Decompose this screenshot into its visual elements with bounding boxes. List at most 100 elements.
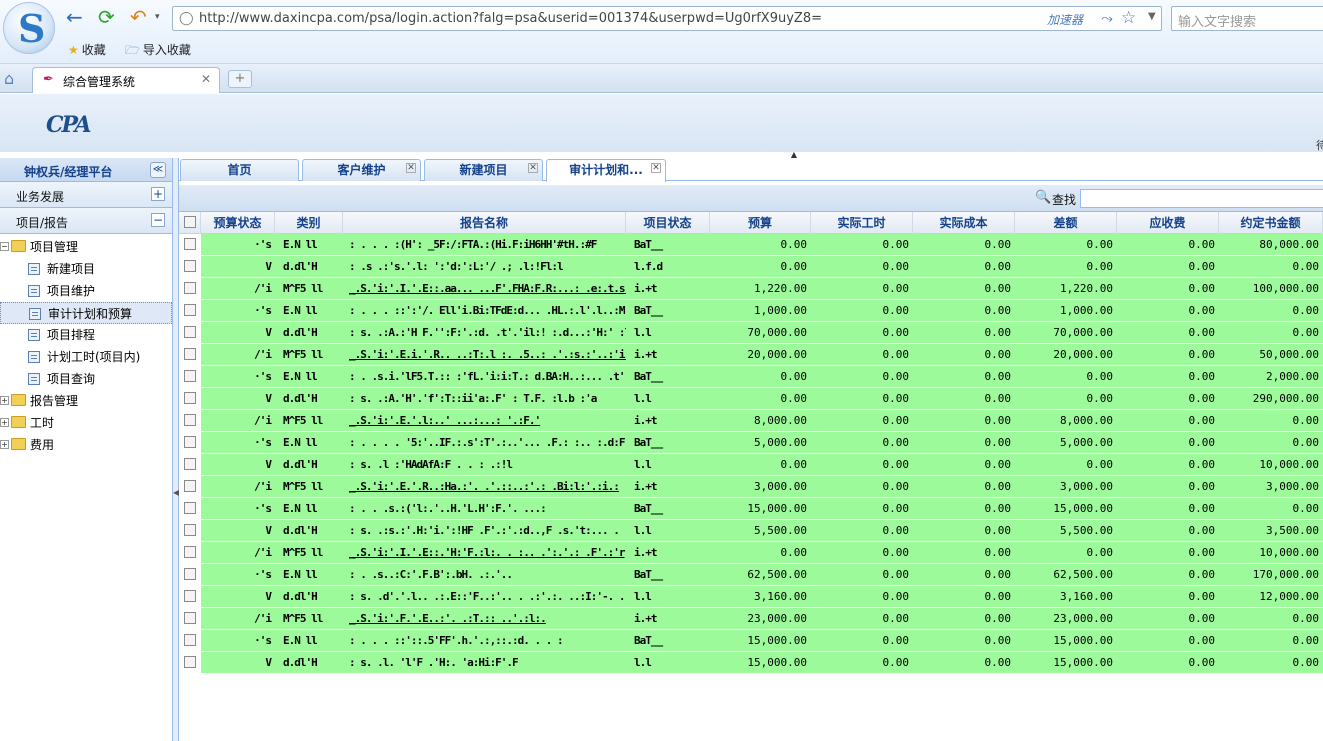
- checkbox[interactable]: [184, 568, 196, 580]
- table-row[interactable]: ·'s E.N ll: . . .s.:('l:.'..H.'L.H':F.'. …: [179, 498, 1323, 520]
- favorites-button[interactable]: ★ 收藏: [68, 41, 106, 58]
- home-icon[interactable]: ⌂: [4, 69, 14, 88]
- table-row[interactable]: ·'s E.N ll: . . . ::'::.5'FF'.h.'.:,::.:d…: [179, 630, 1323, 652]
- url-text[interactable]: http://www.daxincpa.com/psa/login.action…: [199, 11, 822, 26]
- cell-name[interactable]: : . . . :(H': _5F:/:FTA.:(Hi.F:iH6HH'#tH…: [343, 234, 626, 255]
- cell-name[interactable]: : s. .l. 'l'F .'H:. 'a:Hi:F'.F: [343, 652, 626, 673]
- column-header[interactable]: 预算: [710, 212, 811, 234]
- row-select-cell[interactable]: [179, 322, 201, 343]
- table-row[interactable]: ·'s E.N ll: . . . . '5:'..IF.:.s':T'.:..'…: [179, 432, 1323, 454]
- column-header[interactable]: 应收费: [1117, 212, 1219, 234]
- checkbox[interactable]: [184, 612, 196, 624]
- address-bar[interactable]: ◯ http://www.daxincpa.com/psa/login.acti…: [172, 6, 1162, 31]
- star-icon[interactable]: ☆: [1121, 8, 1136, 28]
- table-row[interactable]: /'i M^F5 ll _.S.'i:'.F.'.E..:'. .:T.:: ..'…: [179, 608, 1323, 630]
- chevron-down-icon[interactable]: ▾: [155, 12, 160, 22]
- cell-name[interactable]: : s. .d'.'.l.. .:.E::'F..:'.. . .:'.:. .…: [343, 586, 626, 607]
- row-select-cell[interactable]: [179, 278, 201, 299]
- grid-search-input[interactable]: [1080, 189, 1323, 208]
- cell-name[interactable]: _.S.'i:'.I.'.E::.aa... ...F'.FHA:F.R:...…: [343, 278, 626, 299]
- close-icon[interactable]: ✕: [528, 163, 538, 173]
- checkbox[interactable]: [184, 216, 196, 228]
- browser-logo[interactable]: S: [3, 2, 55, 54]
- row-select-cell[interactable]: [179, 454, 201, 475]
- row-select-cell[interactable]: [179, 652, 201, 673]
- expand-button[interactable]: +: [151, 187, 165, 201]
- table-row[interactable]: /'i M^F5 ll _.S.'i:'.I.'.E::.aa... ...F'.F…: [179, 278, 1323, 300]
- table-row[interactable]: Vd.dl'H: s. .:A.'H'.'f':T::ii'a:.F' : T.…: [179, 388, 1323, 410]
- close-icon[interactable]: ✕: [201, 72, 211, 86]
- sidebar-collapse-button[interactable]: ≪: [150, 162, 166, 178]
- search-input[interactable]: 输入文字搜索: [1171, 6, 1323, 31]
- tree-item-project-maintenance[interactable]: 项目维护: [0, 280, 172, 302]
- cell-name[interactable]: : .s .:'s.'.l: ':'d:':L:'/ .; .l:!Fl:l: [343, 256, 626, 277]
- row-select-cell[interactable]: [179, 476, 201, 497]
- checkbox[interactable]: [184, 590, 196, 602]
- row-select-cell[interactable]: [179, 366, 201, 387]
- checkbox[interactable]: [184, 260, 196, 272]
- row-select-cell[interactable]: [179, 344, 201, 365]
- tree-item-project-schedule[interactable]: 项目排程: [0, 324, 172, 346]
- column-header[interactable]: 约定书金额: [1219, 212, 1323, 234]
- column-header[interactable]: 实际成本: [913, 212, 1015, 234]
- row-select-cell[interactable]: [179, 300, 201, 321]
- column-header[interactable]: 报告名称: [343, 212, 626, 234]
- chevron-down-icon[interactable]: ▼: [1148, 11, 1156, 22]
- row-select-cell[interactable]: [179, 498, 201, 519]
- column-header[interactable]: 差额: [1015, 212, 1117, 234]
- checkbox[interactable]: [184, 414, 196, 426]
- column-header[interactable]: 项目状态: [626, 212, 710, 234]
- row-select-cell[interactable]: [179, 410, 201, 431]
- table-row[interactable]: Vd.dl'H: s. .:A.:'H F.'':F:'.:d. .t'.'il…: [179, 322, 1323, 344]
- checkbox[interactable]: [184, 392, 196, 404]
- row-select-cell[interactable]: [179, 432, 201, 453]
- tab-home[interactable]: 首页: [180, 159, 299, 181]
- cell-name[interactable]: : s. .:A.'H'.'f':T::ii'a:.F' : T.F. :l.b…: [343, 388, 626, 409]
- tree-item-audit-plan-budget[interactable]: 审计计划和预算: [0, 302, 172, 324]
- tree-item-planned-hours[interactable]: 计划工时(项目内): [0, 346, 172, 368]
- table-row[interactable]: /'i M^F5 ll _.S.'i:'.E.i.'.R.. ..:T:.l :. …: [179, 344, 1323, 366]
- row-select-cell[interactable]: [179, 608, 201, 629]
- close-icon[interactable]: ✕: [406, 163, 416, 173]
- cell-name[interactable]: : s. .:s.:'.H:'i.':!HF .F'.:'.:d..,F .s.…: [343, 520, 626, 541]
- close-icon[interactable]: ✕: [651, 163, 661, 173]
- row-select-cell[interactable]: [179, 520, 201, 541]
- checkbox[interactable]: [184, 502, 196, 514]
- row-select-cell[interactable]: [179, 234, 201, 255]
- new-tab-button[interactable]: +: [228, 70, 252, 88]
- table-row[interactable]: Vd.dl'H: s. .l. 'l'F .'H:. 'a:Hi:F'.F l.l…: [179, 652, 1323, 674]
- checkbox[interactable]: [184, 480, 196, 492]
- tree-node-project-management[interactable]: − 项目管理: [0, 236, 172, 258]
- cell-name[interactable]: _.S.'i:'.E.'.l:..' ...:...: '.:F.': [343, 410, 626, 431]
- checkbox[interactable]: [184, 304, 196, 316]
- cell-name[interactable]: _.S.'i:'.E.'.R..:Ha.:'. .'.::..:'.: .Bi:…: [343, 476, 626, 497]
- accelerator-label[interactable]: 加速器: [1047, 11, 1083, 28]
- column-header[interactable]: 实际工时: [811, 212, 913, 234]
- cell-name[interactable]: : s. .l :'HAdAfA:F . . : .:!l: [343, 454, 626, 475]
- cell-name[interactable]: : . .s..:C:'.F.B':.bH. .:.'..: [343, 564, 626, 585]
- row-select-cell[interactable]: [179, 388, 201, 409]
- tree-node-report-management[interactable]: + 报告管理: [0, 390, 172, 412]
- checkbox[interactable]: [184, 656, 196, 668]
- checkbox[interactable]: [184, 524, 196, 536]
- column-header[interactable]: 预算状态: [201, 212, 275, 234]
- tab-customer-maintenance[interactable]: 客户维护 ✕: [302, 159, 421, 181]
- cell-name[interactable]: : . .s.i.'lF5.T.:: :'fL.'i:i:T.: d.BA:H.…: [343, 366, 626, 387]
- cell-name[interactable]: : . . . ::'::.5'FF'.h.'.:,::.:d. . . :: [343, 630, 626, 651]
- row-select-cell[interactable]: [179, 586, 201, 607]
- accordion-business-dev[interactable]: 业务发展 +: [0, 182, 172, 208]
- checkbox[interactable]: [184, 238, 196, 250]
- cell-name[interactable]: _.S.'i:'.F.'.E..:'. .:T.:: ..'.:l:.: [343, 608, 626, 629]
- tree-node-hours[interactable]: + 工时: [0, 412, 172, 434]
- cell-name[interactable]: _.S.'i:'.E.i.'.R.. ..:T:.l :. .5..: .'.:…: [343, 344, 626, 365]
- table-row[interactable]: Vd.dl'H: s. .l :'HAdAfA:F . . : .:!l l.l 0…: [179, 454, 1323, 476]
- table-row[interactable]: /'i M^F5 ll _.S.'i:'.E.'.R..:Ha.:'. .'.::.…: [179, 476, 1323, 498]
- tree-node-expenses[interactable]: + 费用: [0, 434, 172, 456]
- row-select-cell[interactable]: [179, 256, 201, 277]
- tab-audit-plan[interactable]: 审计计划和... ✕: [546, 159, 666, 182]
- row-select-cell[interactable]: [179, 630, 201, 651]
- checkbox[interactable]: [184, 282, 196, 294]
- table-row[interactable]: ·'s E.N ll: . . . ::':'/. Ell'i.Bi:TFdE:d…: [179, 300, 1323, 322]
- select-all-checkbox[interactable]: [179, 212, 201, 234]
- import-favorites-button[interactable]: 🗁 导入收藏: [125, 41, 191, 62]
